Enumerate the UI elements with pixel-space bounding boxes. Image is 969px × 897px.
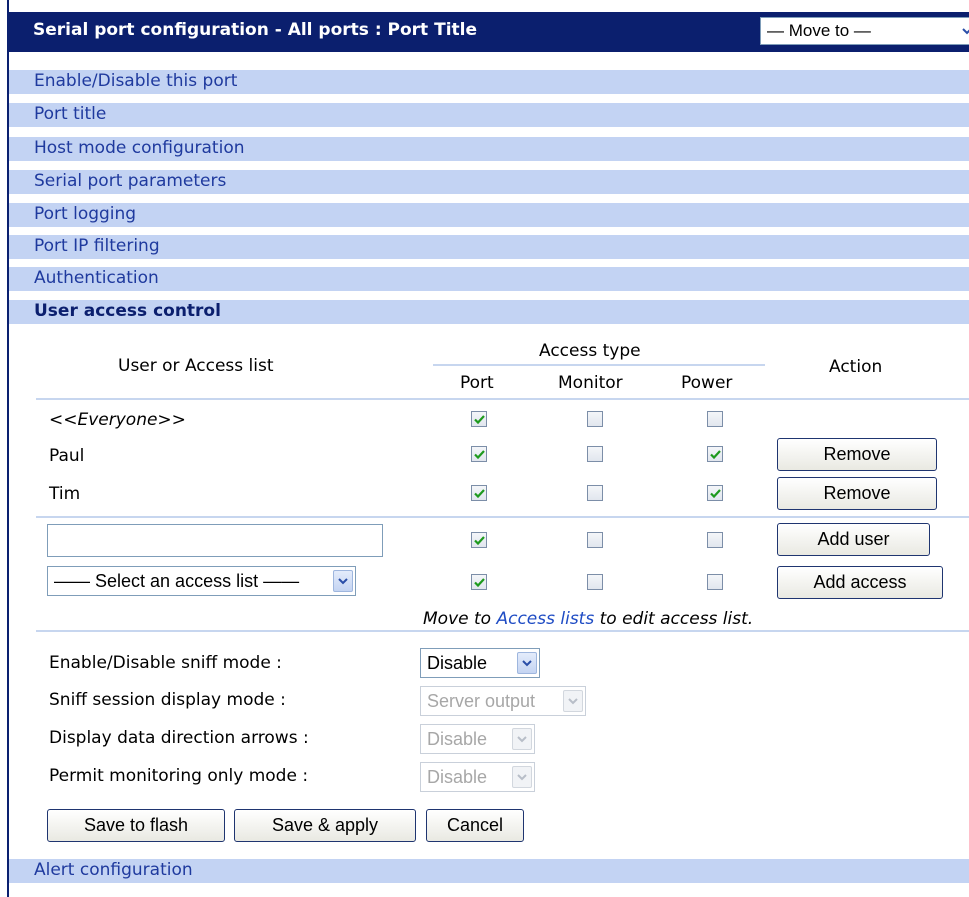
- section-label: Alert configuration: [34, 860, 193, 880]
- column-header-monitor: Monitor: [558, 373, 623, 393]
- direction-arrows-select[interactable]: Disable: [420, 724, 535, 754]
- access-type-divider: [433, 364, 765, 366]
- header-divider: [36, 398, 969, 400]
- note-suffix: to edit access list.: [594, 609, 754, 629]
- user-everyone: <<Everyone>>: [49, 410, 186, 430]
- sniff-mode-label: Enable/Disable sniff mode :: [49, 653, 282, 673]
- section-label: Enable/Disable this port: [34, 71, 238, 91]
- sniff-display-mode-label: Sniff session display mode :: [49, 690, 286, 710]
- section-port-logging[interactable]: Port logging: [9, 203, 969, 227]
- user-paul: Paul: [49, 446, 85, 466]
- direction-arrows-label: Display data direction arrows :: [49, 728, 309, 748]
- section-authentication[interactable]: Authentication: [9, 267, 969, 291]
- check-icon: [473, 577, 485, 587]
- checkbox-power-new-user[interactable]: [707, 532, 723, 548]
- column-header-access-type: Access type: [539, 341, 641, 361]
- chevron-down-icon: [517, 652, 537, 674]
- cancel-button[interactable]: Cancel: [426, 809, 524, 842]
- sniff-display-mode-select[interactable]: Server output: [420, 686, 586, 716]
- access-list-select-value: —— Select an access list ——: [54, 570, 300, 591]
- check-icon: [709, 488, 721, 498]
- access-list-note: Move to Access lists to edit access list…: [423, 609, 753, 629]
- checkbox-port-tim[interactable]: [471, 485, 487, 501]
- checkbox-power-paul[interactable]: [707, 446, 723, 462]
- checkbox-power-everyone[interactable]: [707, 411, 723, 427]
- access-lists-link[interactable]: Access lists: [496, 609, 594, 629]
- check-icon: [473, 535, 485, 545]
- column-header-power: Power: [681, 373, 733, 393]
- section-enable-disable-port[interactable]: Enable/Disable this port: [9, 70, 969, 94]
- save-to-flash-button[interactable]: Save to flash: [47, 809, 225, 842]
- add-user-input[interactable]: [47, 524, 383, 557]
- check-icon: [473, 414, 485, 424]
- move-to-select-value: — Move to —: [767, 21, 871, 40]
- section-label: Serial port parameters: [34, 171, 227, 191]
- monitoring-only-label: Permit monitoring only mode :: [49, 766, 309, 786]
- direction-arrows-value: Disable: [427, 728, 488, 749]
- sniff-mode-value: Disable: [427, 652, 488, 673]
- note-prefix: Move to: [423, 609, 497, 629]
- table-bottom-divider: [36, 630, 969, 632]
- save-and-apply-button[interactable]: Save & apply: [234, 809, 416, 842]
- column-header-port: Port: [460, 373, 494, 393]
- chevron-down-icon: [512, 766, 532, 788]
- add-user-button[interactable]: Add user: [777, 523, 930, 556]
- checkbox-monitor-paul[interactable]: [587, 446, 603, 462]
- checkbox-power-access-list[interactable]: [707, 574, 723, 590]
- checkbox-monitor-everyone[interactable]: [587, 411, 603, 427]
- section-label: Host mode configuration: [34, 138, 245, 158]
- column-header-user: User or Access list: [118, 356, 274, 376]
- checkbox-monitor-new-user[interactable]: [587, 532, 603, 548]
- chevron-down-icon: [957, 18, 969, 44]
- check-icon: [473, 449, 485, 459]
- remove-tim-button[interactable]: Remove: [777, 477, 937, 510]
- remove-paul-button[interactable]: Remove: [777, 438, 937, 471]
- section-label: Port logging: [34, 204, 137, 224]
- section-serial-port-parameters[interactable]: Serial port parameters: [9, 170, 969, 194]
- sniff-mode-select[interactable]: Disable: [420, 648, 540, 678]
- monitoring-only-select[interactable]: Disable: [420, 762, 535, 792]
- section-label: Port IP filtering: [34, 236, 160, 256]
- page-title: Serial port configuration - All ports : …: [33, 20, 478, 40]
- checkbox-port-everyone[interactable]: [471, 411, 487, 427]
- move-to-select[interactable]: — Move to —: [760, 17, 969, 45]
- checkbox-port-paul[interactable]: [471, 446, 487, 462]
- section-label: Authentication: [34, 268, 159, 288]
- user-tim: Tim: [49, 484, 81, 504]
- chevron-down-icon: [333, 570, 353, 592]
- section-user-access-control[interactable]: User access control: [9, 300, 969, 324]
- monitoring-only-value: Disable: [427, 766, 488, 787]
- checkbox-monitor-tim[interactable]: [587, 485, 603, 501]
- sniff-display-mode-value: Server output: [427, 690, 536, 711]
- chevron-down-icon: [563, 690, 583, 712]
- checkbox-port-access-list[interactable]: [471, 574, 487, 590]
- section-port-title[interactable]: Port title: [9, 103, 969, 127]
- check-icon: [473, 488, 485, 498]
- section-label: Port title: [34, 104, 107, 124]
- column-header-action: Action: [829, 357, 883, 377]
- section-host-mode-configuration[interactable]: Host mode configuration: [9, 137, 969, 161]
- access-list-select[interactable]: —— Select an access list ——: [47, 566, 356, 596]
- section-label: User access control: [34, 301, 221, 321]
- section-port-ip-filtering[interactable]: Port IP filtering: [9, 235, 969, 259]
- section-alert-configuration[interactable]: Alert configuration: [9, 859, 969, 883]
- checkbox-monitor-access-list[interactable]: [587, 574, 603, 590]
- chevron-down-icon: [512, 728, 532, 750]
- checkbox-port-new-user[interactable]: [471, 532, 487, 548]
- checkbox-power-tim[interactable]: [707, 485, 723, 501]
- page-header: Serial port configuration - All ports : …: [9, 12, 969, 52]
- rows-divider: [36, 516, 969, 518]
- check-icon: [709, 449, 721, 459]
- add-access-button[interactable]: Add access: [777, 566, 943, 599]
